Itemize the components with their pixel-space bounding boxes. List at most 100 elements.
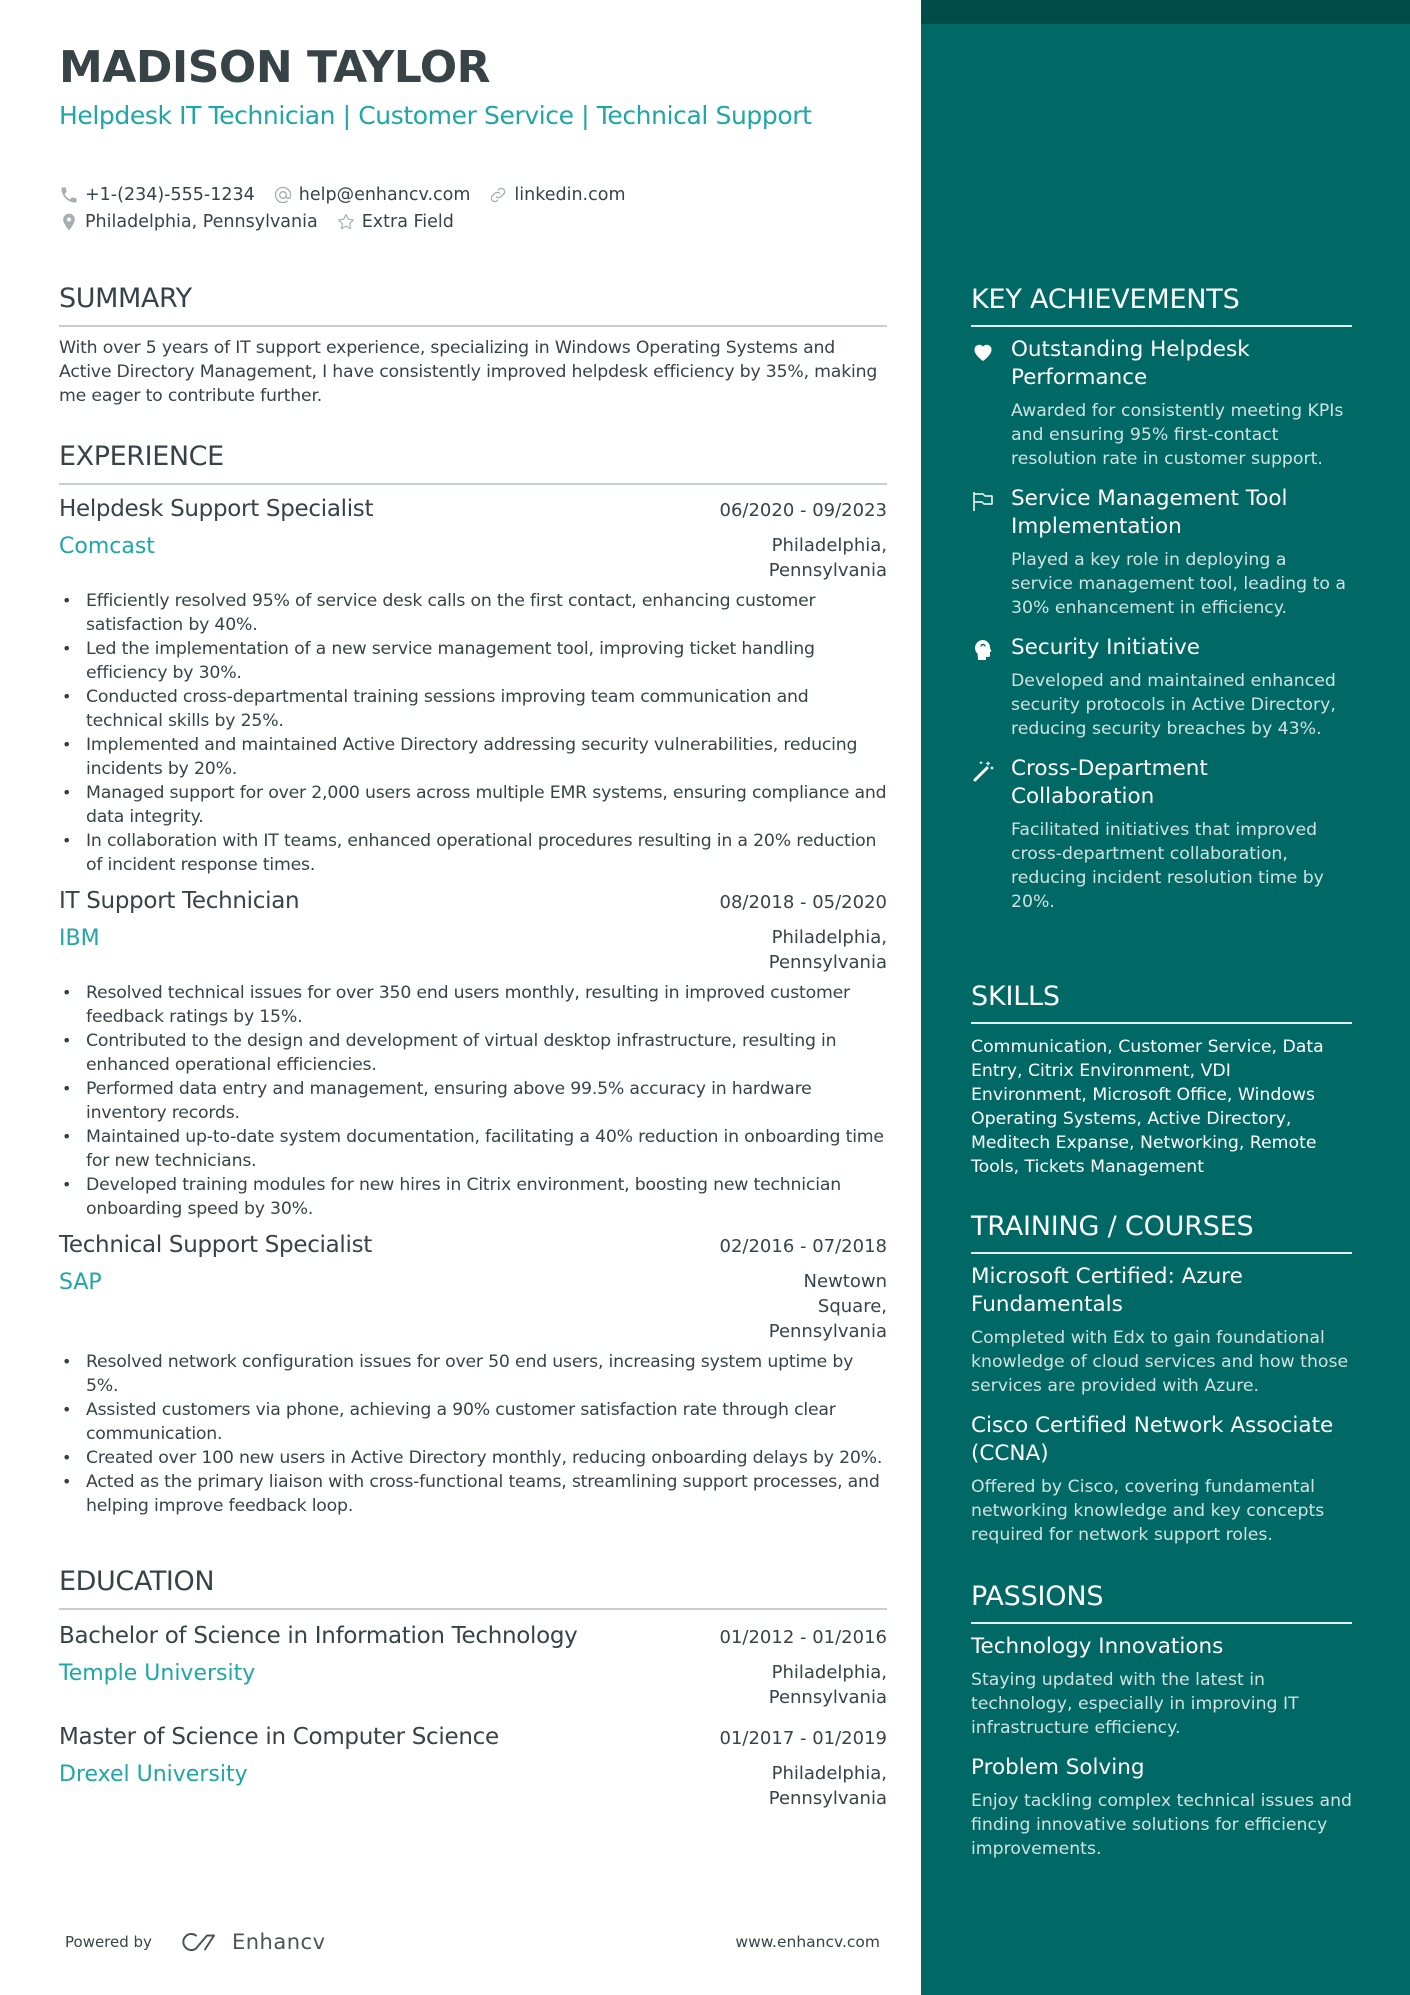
school-name: Temple University [59, 1661, 256, 1686]
footer: Powered by Enhancv www.enhancv.com [65, 1930, 880, 1954]
star-icon [337, 213, 354, 229]
training-item: Cisco Certified Network Associate (CCNA)… [971, 1412, 1352, 1547]
sidebar-top-band [921, 0, 1410, 24]
degree-title: Bachelor of Science in Information Techn… [59, 1623, 578, 1649]
bullet-item: Managed support for over 2,000 users acr… [62, 781, 887, 829]
passion-item: Technology Innovations Staying updated w… [971, 1633, 1352, 1740]
key-achievements-section: KEY ACHIEVEMENTS Outstanding Helpdesk Pe… [971, 286, 1352, 914]
bullet-item: Resolved network configuration issues fo… [62, 1350, 887, 1398]
job-bullets: Efficiently resolved 95% of service desk… [59, 589, 887, 877]
job-location: Philadelphia, Pennsylvania [768, 535, 887, 581]
bullet-item: In collaboration with IT teams, enhanced… [62, 829, 887, 877]
job-title: Technical Support Specialist [59, 1232, 373, 1258]
training-section: TRAINING / COURSES Microsoft Certified: … [971, 1213, 1352, 1547]
education-entry: Bachelor of Science in Information Techn… [59, 1621, 887, 1710]
linkedin-text: linkedin.com [514, 184, 626, 205]
contact-location: Philadelphia, Pennsylvania [59, 212, 318, 232]
section-heading: PASSIONS [971, 1583, 1352, 1624]
location-pin-icon [63, 213, 75, 230]
bullet-item: Created over 100 new users in Active Dir… [62, 1446, 887, 1470]
contact-linkedin[interactable]: linkedin.com [488, 184, 626, 205]
bullet-item: Acted as the primary liaison with cross-… [62, 1470, 887, 1518]
school-location: Philadelphia, Pennsylvania [768, 1662, 887, 1708]
job-location: Newtown Square, Pennsylvania [768, 1271, 887, 1342]
experience-section: EXPERIENCE Helpdesk Support Specialist 0… [59, 443, 887, 1518]
school-location: Philadelphia, Pennsylvania [768, 1763, 887, 1809]
achievement-item: Cross-Department Collaboration Facilitat… [971, 755, 1352, 914]
bullet-item: Contributed to the design and developmen… [62, 1029, 887, 1077]
phone-icon [61, 187, 77, 202]
candidate-title: Helpdesk IT Technician | Customer Servic… [59, 101, 812, 130]
education-dates: 01/2017 - 01/2019 [719, 1728, 888, 1749]
job-title: Helpdesk Support Specialist [59, 496, 374, 522]
heart-icon [974, 344, 992, 361]
passions-section: PASSIONS Technology Innovations Staying … [971, 1583, 1352, 1861]
job-bullets: Resolved technical issues for over 350 e… [59, 981, 887, 1221]
passion-item: Problem Solving Enjoy tackling complex t… [971, 1754, 1352, 1861]
achievement-desc: Awarded for consistently meeting KPIs an… [1011, 401, 1344, 469]
bullet-item: Efficiently resolved 95% of service desk… [62, 589, 887, 637]
contact-phone[interactable]: +1-(234)-555-1234 [59, 185, 255, 205]
training-item: Microsoft Certified: Azure Fundamentals … [971, 1263, 1352, 1398]
section-heading: EXPERIENCE [59, 443, 887, 485]
achievement-item: Service Management Tool Implementation P… [971, 485, 1352, 620]
skills-section: SKILLS Communication, Customer Service, … [971, 983, 1352, 1179]
flag-icon [973, 492, 993, 511]
powered-by-label: Powered by [65, 1933, 152, 1951]
bullet-item: Conducted cross-departmental training se… [62, 685, 887, 733]
skills-list: Communication, Customer Service, Data En… [971, 1037, 1324, 1177]
achievement-desc: Facilitated initiatives that improved cr… [1011, 820, 1324, 912]
achievement-title: Outstanding Helpdesk Performance [1011, 337, 1250, 390]
achievement-desc: Developed and maintained enhanced securi… [1011, 671, 1336, 739]
enhancv-logo[interactable]: Enhancv [178, 1930, 326, 1954]
bullet-item: Assisted customers via phone, achieving … [62, 1398, 887, 1446]
location-text: Philadelphia, Pennsylvania [85, 211, 318, 232]
achievement-title: Service Management Tool Implementation [1011, 486, 1288, 539]
summary-text: With over 5 years of IT support experien… [59, 338, 878, 406]
email-text: help@enhancv.com [298, 184, 471, 205]
candidate-name: MADISON TAYLOR [59, 42, 491, 93]
achievement-item: Security Initiative Developed and mainta… [971, 634, 1352, 741]
magic-wand-icon [973, 761, 994, 782]
job-dates: 02/2016 - 07/2018 [719, 1236, 888, 1257]
brain-head-icon [975, 640, 992, 660]
section-heading: KEY ACHIEVEMENTS [971, 286, 1352, 327]
website-link[interactable]: www.enhancv.com [735, 1933, 880, 1951]
bullet-item: Performed data entry and management, ens… [62, 1077, 887, 1125]
passion-desc: Enjoy tackling complex technical issues … [971, 1791, 1352, 1859]
experience-entry: Technical Support Specialist 02/2016 - 0… [59, 1230, 887, 1518]
experience-entry: Helpdesk Support Specialist 06/2020 - 09… [59, 494, 887, 877]
job-bullets: Resolved network configuration issues fo… [59, 1350, 887, 1518]
training-title: Cisco Certified Network Associate (CCNA) [971, 1413, 1334, 1466]
achievement-title: Cross-Department Collaboration [1011, 756, 1208, 809]
bullet-item: Developed training modules for new hires… [62, 1173, 887, 1221]
at-icon [274, 186, 291, 203]
extra-field-text: Extra Field [361, 211, 454, 232]
bullet-item: Maintained up-to-date system documentati… [62, 1125, 887, 1173]
achievement-title: Security Initiative [1011, 635, 1200, 660]
enhancv-logo-icon [182, 1933, 215, 1951]
job-dates: 06/2020 - 09/2023 [719, 500, 888, 521]
company-name: SAP [59, 1270, 102, 1295]
phone-text: +1-(234)-555-1234 [85, 184, 255, 205]
achievement-desc: Played a key role in deploying a service… [1011, 550, 1347, 618]
achievement-item: Outstanding Helpdesk Performance Awarded… [971, 336, 1352, 471]
sidebar: KEY ACHIEVEMENTS Outstanding Helpdesk Pe… [921, 0, 1410, 1995]
section-heading: SKILLS [971, 983, 1352, 1024]
education-dates: 01/2012 - 01/2016 [719, 1627, 888, 1648]
job-dates: 08/2018 - 05/2020 [719, 892, 888, 913]
bullet-item: Implemented and maintained Active Direct… [62, 733, 887, 781]
bullet-item: Resolved technical issues for over 350 e… [62, 981, 887, 1029]
summary-section: SUMMARY With over 5 years of IT support … [59, 285, 887, 408]
job-title: IT Support Technician [59, 888, 300, 914]
training-desc: Completed with Edx to gain foundational … [971, 1328, 1349, 1396]
education-entry: Master of Science in Computer Science 01… [59, 1722, 887, 1811]
bullet-item: Led the implementation of a new service … [62, 637, 887, 685]
brand-name: Enhancv [231, 1930, 326, 1954]
contact-info: +1-(234)-555-1234 help@enhancv.com linke… [59, 181, 879, 235]
degree-title: Master of Science in Computer Science [59, 1724, 499, 1750]
contact-email[interactable]: help@enhancv.com [273, 184, 471, 205]
passion-title: Problem Solving [971, 1755, 1145, 1780]
experience-entry: IT Support Technician 08/2018 - 05/2020 … [59, 886, 887, 1221]
section-heading: EDUCATION [59, 1568, 887, 1610]
